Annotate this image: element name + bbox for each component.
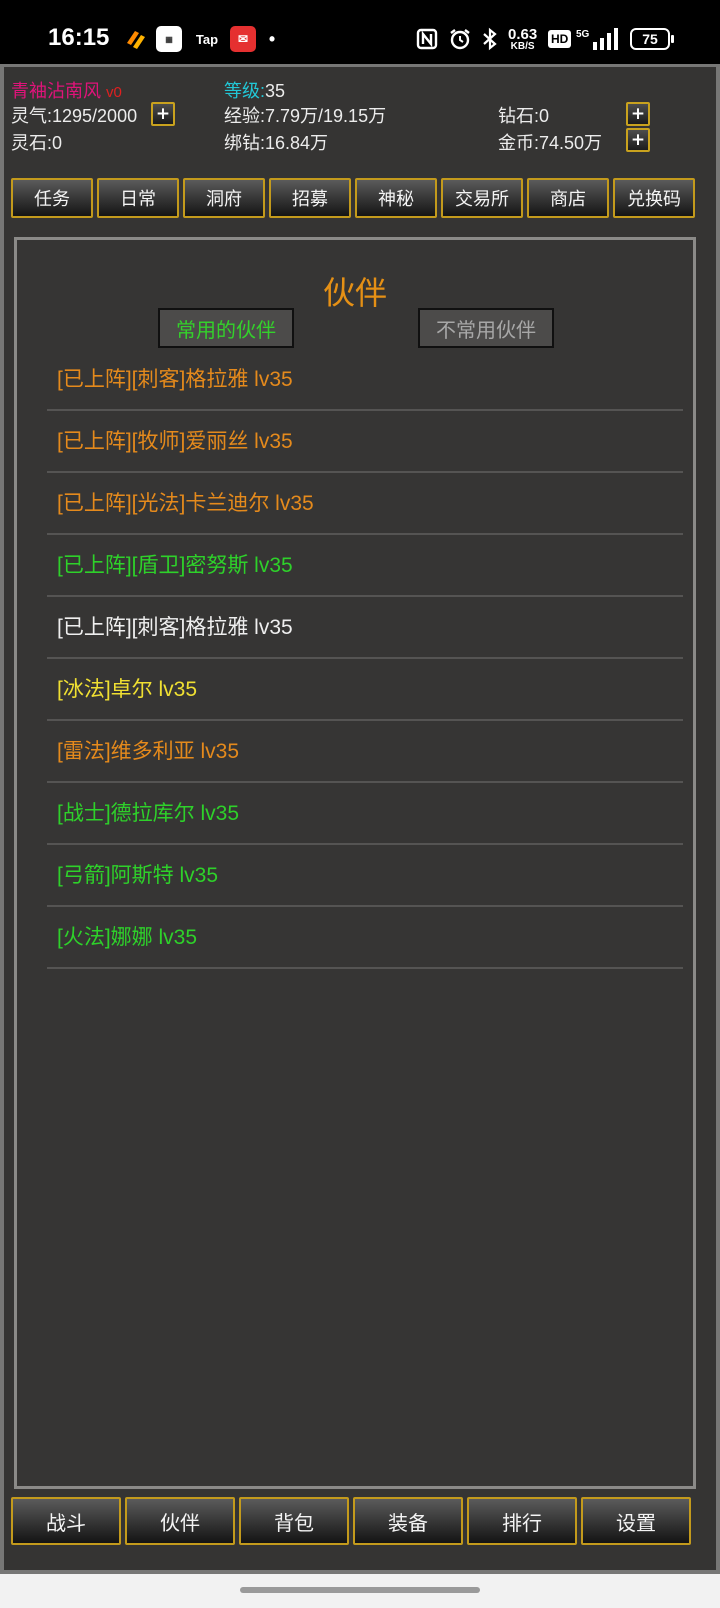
partner-row[interactable]: [雷法]维多利亚 lv35 (47, 721, 683, 783)
lingshi: 灵石:0 (11, 133, 63, 153)
partner-label: [弓箭]阿斯特 lv35 (57, 864, 219, 887)
partner-label: [已上阵][盾卫]密努斯 lv35 (57, 554, 293, 577)
app-icon-tap: Tap (195, 31, 219, 47)
partner-row[interactable]: [冰法]卓尔 lv35 (47, 659, 683, 721)
battery-icon: 75 (630, 26, 674, 52)
tab-shop[interactable]: 商店 (527, 178, 609, 218)
nav-battle[interactable]: 战斗 (11, 1497, 121, 1545)
net-speed: 0.63 KB/S (508, 26, 537, 52)
app-icon-orange (122, 26, 148, 52)
add-diamond-button[interactable]: + (626, 102, 650, 126)
alarm-icon (448, 26, 472, 52)
partner-row[interactable]: [火法]娜娜 lv35 (47, 907, 683, 969)
partner-panel: 伙伴 常用的伙伴 不常用伙伴 [已上阵][刺客]格拉雅 lv35 [已上阵][牧… (14, 237, 696, 1489)
gesture-bar[interactable] (240, 1587, 480, 1593)
partner-row[interactable]: [已上阵][刺客]格拉雅 lv35 (47, 597, 683, 659)
partner-label: [已上阵][光法]卡兰迪尔 lv35 (57, 492, 314, 515)
clock: 16:15 (48, 24, 110, 51)
tab-cave[interactable]: 洞府 (183, 178, 265, 218)
tab-quest[interactable]: 任务 (11, 178, 93, 218)
partner-row[interactable]: [已上阵][光法]卡兰迪尔 lv35 (47, 473, 683, 535)
net-speed-value: 0.63 (508, 25, 538, 43)
signal-icon: 5G (576, 26, 621, 52)
level-label: 等级: (224, 81, 266, 101)
nav-settings[interactable]: 设置 (581, 1497, 691, 1545)
partner-label: [已上阵][牧师]爱丽丝 lv35 (57, 430, 293, 453)
partner-row[interactable]: [弓箭]阿斯特 lv35 (47, 845, 683, 907)
partner-label: [已上阵][刺客]格拉雅 lv35 (57, 616, 293, 639)
app-icon-red: ✉ (230, 26, 256, 52)
player-name: 青袖沾南风 (11, 81, 101, 101)
hd-icon: HD (548, 26, 572, 52)
common-partners-toggle[interactable]: 常用的伙伴 (158, 308, 294, 348)
partner-row[interactable]: [已上阵][刺客]格拉雅 lv35 (47, 349, 683, 411)
partner-row[interactable]: [已上阵][盾卫]密努斯 lv35 (47, 535, 683, 597)
partner-label: [雷法]维多利亚 lv35 (57, 740, 240, 763)
notification-dot-icon: • (268, 28, 276, 49)
nav-partner[interactable]: 伙伴 (125, 1497, 235, 1545)
nav-equipment[interactable]: 装备 (353, 1497, 463, 1545)
tab-exchange[interactable]: 交易所 (441, 178, 523, 218)
game-screen: 青袖沾南风 v0 等级:35 灵气:1295/2000 + 经验:7.79万/1… (0, 64, 720, 1574)
bluetooth-icon (480, 26, 500, 52)
vip-level: v0 (106, 84, 122, 101)
status-bar: 16:15 ▦ Tap ✉ • 0.63 KB/S HD 5G 75 (0, 0, 720, 64)
uncommon-partners-toggle[interactable]: 不常用伙伴 (418, 308, 554, 348)
nav-bag[interactable]: 背包 (239, 1497, 349, 1545)
partner-label: [已上阵][刺客]格拉雅 lv35 (57, 368, 293, 391)
page-title: 伙伴 (322, 275, 387, 311)
gold: 金币:74.50万 (498, 133, 603, 153)
diamond: 钻石:0 (498, 106, 550, 126)
partner-label: [战士]德拉库尔 lv35 (57, 802, 240, 825)
add-lingqi-button[interactable]: + (151, 102, 175, 126)
partner-row[interactable]: [战士]德拉库尔 lv35 (47, 783, 683, 845)
experience: 经验:7.79万/19.15万 (224, 106, 387, 126)
bound-diamond: 绑钻:16.84万 (224, 133, 329, 153)
nav-ranking[interactable]: 排行 (467, 1497, 577, 1545)
signal-label: 5G (576, 28, 590, 40)
tab-redeem-code[interactable]: 兑换码 (613, 178, 695, 218)
tab-recruit[interactable]: 招募 (269, 178, 351, 218)
nfc-icon (416, 26, 438, 52)
partner-label: [冰法]卓尔 lv35 (57, 678, 198, 701)
level-line: 等级:35 (224, 77, 285, 103)
net-speed-unit: KB/S (510, 40, 535, 52)
app-icon-news: ▦ (156, 26, 182, 52)
battery-level: 75 (642, 31, 658, 47)
hd-label: HD (548, 30, 572, 48)
player-name-line: 青袖沾南风 v0 (11, 77, 122, 103)
add-gold-button[interactable]: + (626, 128, 650, 152)
tab-mystery[interactable]: 神秘 (355, 178, 437, 218)
tab-daily[interactable]: 日常 (97, 178, 179, 218)
partner-label: [火法]娜娜 lv35 (57, 926, 198, 949)
lingqi: 灵气:1295/2000 (11, 106, 138, 126)
level-value: 35 (265, 81, 286, 101)
partner-row[interactable]: [已上阵][牧师]爱丽丝 lv35 (47, 411, 683, 473)
